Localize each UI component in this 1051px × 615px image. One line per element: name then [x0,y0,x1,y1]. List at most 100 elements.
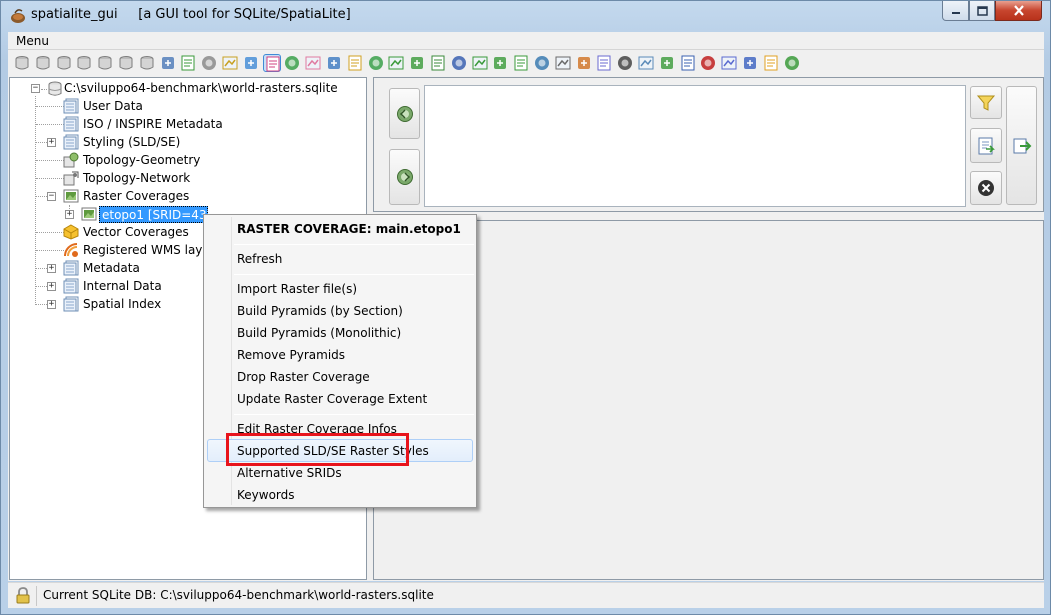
tree-item-etopo1-selected[interactable]: etopo1 [SRID=4326] [99,206,227,223]
load-txt-icon-button[interactable] [637,54,655,72]
load-dbf-icon-button[interactable] [283,54,301,72]
connect-icon-button[interactable] [13,54,31,72]
vacuum-icon-button[interactable] [554,54,572,72]
load-sql-script-button[interactable] [970,128,1002,163]
load-txt-icon-button[interactable] [242,54,260,72]
sql-script-icon [577,57,590,69]
memory-db-load-icon-button[interactable] [491,54,509,72]
sql-script-icon-button[interactable] [179,54,197,72]
maximize-icon [976,5,988,16]
export-icon-button[interactable] [741,54,759,72]
clear-icon [978,180,994,196]
tree-line [36,160,64,161]
memory-db-icon-button[interactable] [75,54,93,72]
tree-item-label: Internal Data [83,279,162,293]
memory-db-load-icon [98,56,112,70]
tree-line [36,178,64,179]
memory-db-save-icon-button[interactable] [117,54,135,72]
tree-line [36,286,47,287]
memory-db-clone-icon-button[interactable] [533,54,551,72]
table-list-icon [63,260,79,276]
expander-styling[interactable]: + [47,138,56,147]
load-shapefile-icon [597,55,611,71]
app-icon [11,9,25,23]
tree-item-label: Topology-Network [83,171,191,185]
load-dbf-icon-button[interactable] [679,54,697,72]
window-title-subtitle: [a GUI tool for SQLite/SpatiaLite] [138,7,351,22]
clear-sql-button[interactable] [970,171,1002,205]
load-shapefile-icon-button[interactable] [200,54,218,72]
window-title-app: spatialite_gui [31,7,118,22]
vacuum-icon-button[interactable] [159,54,177,72]
tree-item-label: Styling (SLD/SE) [83,135,181,149]
query-history-forward-button[interactable] [389,149,420,205]
exit-icon-button[interactable] [387,54,405,72]
table-list-icon [63,296,79,312]
menu-item-update-extent[interactable]: Update Raster Coverage Extent [237,392,427,406]
expander-spatial-index[interactable]: + [47,300,56,309]
menu-item-remove-pyramids[interactable]: Remove Pyramids [237,348,345,362]
tree-item-label: Spatial Index [83,297,162,311]
execute-sql-button[interactable] [1006,86,1037,205]
menu-item-refresh[interactable]: Refresh [237,252,282,266]
memory-db-save-icon-button[interactable] [512,54,530,72]
export-icon [348,55,362,71]
maximize-button[interactable] [969,1,995,21]
network-icon [721,56,737,70]
create-db-icon-button[interactable] [450,54,468,72]
expander-raster-coverages[interactable]: − [47,192,56,201]
help-icon-button[interactable] [367,54,385,72]
menu-item-import-raster[interactable]: Import Raster file(s) [237,282,357,296]
load-dbf-icon [285,56,300,70]
expander-etopo1[interactable]: + [65,210,74,219]
memory-db-icon-button[interactable] [471,54,489,72]
virtual-txt-icon-button[interactable] [658,54,676,72]
menu-item-drop-raster-coverage[interactable]: Drop Raster Coverage [237,370,370,384]
load-shapefile-icon [202,56,217,70]
load-xl-icon [701,56,716,70]
close-button[interactable] [995,1,1042,21]
exit-icon-button[interactable] [783,54,801,72]
title-bar: spatialite_gui [a GUI tool for SQLite/Sp… [1,1,1050,32]
load-xl-icon-button[interactable] [304,54,322,72]
filter-button[interactable] [970,86,1002,119]
memory-db-clone-icon-button[interactable] [138,54,156,72]
tree-line [36,106,64,107]
menu-item-keywords[interactable]: Keywords [237,488,295,502]
sql-editor[interactable] [424,85,966,207]
tree-item-label: User Data [83,99,143,113]
menu-item-build-pyramids-monolithic[interactable]: Build Pyramids (Monolithic) [237,326,401,340]
sql-script-icon [181,55,195,71]
load-xl-icon [305,56,321,70]
menu-item-build-pyramids-section[interactable]: Build Pyramids (by Section) [237,304,403,318]
load-dbf-icon [681,55,695,71]
connect-icon-button[interactable] [408,54,426,72]
query-history-back-button[interactable] [389,88,420,139]
menu-item-menu[interactable]: Menu [16,34,49,48]
virtual-shapefile-icon-button[interactable] [221,54,239,72]
network-icon-button[interactable] [720,54,738,72]
virtual-txt-icon-button[interactable] [262,54,281,72]
disconnect-icon-button[interactable] [429,54,447,72]
menu-item-alternative-srids[interactable]: Alternative SRIDs [237,466,342,480]
memory-db-clone-icon [140,56,154,70]
export-icon-button[interactable] [346,54,364,72]
sql-script-icon-button[interactable] [575,54,593,72]
lock-icon [16,587,30,604]
virtual-shapefile-icon-button[interactable] [616,54,634,72]
expander-internal-data[interactable]: + [47,282,56,291]
virtual-txt-icon [660,57,673,69]
table-list-icon [63,116,79,132]
create-db-icon-button[interactable] [55,54,73,72]
minimize-button[interactable] [942,1,969,21]
help-icon-button[interactable] [762,54,780,72]
network-icon-button[interactable] [325,54,343,72]
virtual-shapefile-icon [618,56,633,70]
expander-root[interactable]: − [31,84,40,93]
disconnect-icon-button[interactable] [34,54,52,72]
expander-metadata[interactable]: + [47,264,56,273]
memory-db-load-icon-button[interactable] [96,54,114,72]
sql-script-icon [978,137,995,154]
load-shapefile-icon-button[interactable] [595,54,613,72]
load-xl-icon-button[interactable] [699,54,717,72]
